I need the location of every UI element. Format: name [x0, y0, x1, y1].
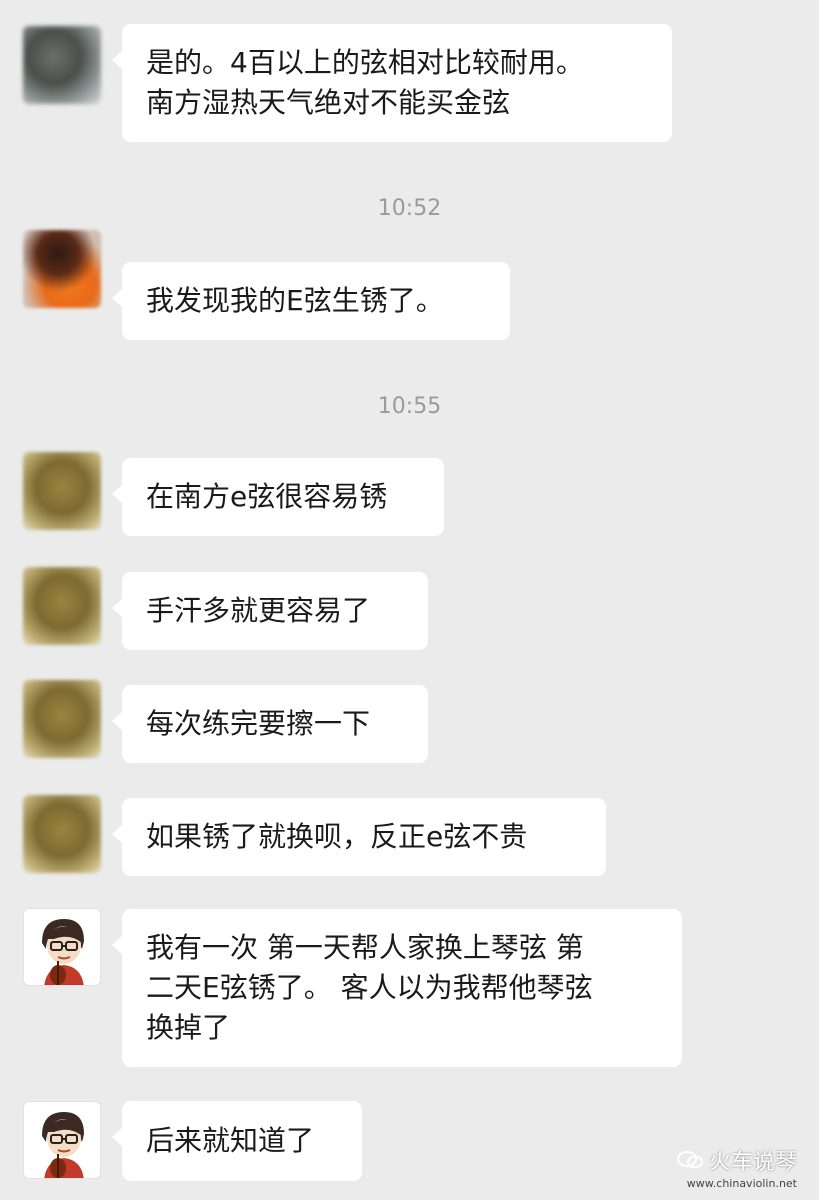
message-bubble[interactable]: 我有一次 第一天帮人家换上琴弦 第 二天E弦锈了。 客人以为我帮他琴弦 换掉了: [112, 909, 682, 1067]
watermark-label: 火车说琴: [708, 1150, 797, 1175]
message-text: 在南方e弦很容易锈: [146, 480, 388, 513]
avatar[interactable]: [23, 26, 101, 104]
timestamp: 10:55: [377, 394, 442, 419]
message-text: 是的。4百以上的弦相对比较耐用。 南方湿热天气绝对不能买金弦: [146, 46, 584, 119]
watermark: 火车说琴 www.chinaviolin.net: [676, 1144, 797, 1190]
message-text: 我有一次 第一天帮人家换上琴弦 第 二天E弦锈了。 客人以为我帮他琴弦 换掉了: [146, 931, 593, 1044]
message-bubble[interactable]: 是的。4百以上的弦相对比较耐用。 南方湿热天气绝对不能买金弦: [112, 24, 672, 142]
message-bubble[interactable]: 手汗多就更容易了: [112, 572, 428, 650]
chat-area[interactable]: 是的。4百以上的弦相对比较耐用。 南方湿热天气绝对不能买金弦 10:52 我发现…: [0, 0, 819, 1200]
timestamp: 10:52: [377, 196, 442, 221]
avatar[interactable]: [23, 795, 101, 873]
message-text: 后来就知道了: [146, 1124, 315, 1157]
avatar[interactable]: [23, 230, 101, 308]
avatar[interactable]: [23, 567, 101, 645]
message-bubble[interactable]: 每次练完要擦一下: [112, 685, 428, 763]
avatar[interactable]: [23, 680, 101, 758]
avatar[interactable]: [23, 1101, 101, 1179]
message-text: 如果锈了就换呗，反正e弦不贵: [146, 820, 528, 853]
message-bubble[interactable]: 后来就知道了: [112, 1101, 362, 1181]
message-text: 我发现我的E弦生锈了。: [146, 284, 444, 317]
message-bubble[interactable]: 如果锈了就换呗，反正e弦不贵: [112, 798, 606, 876]
message-bubble[interactable]: 我发现我的E弦生锈了。: [112, 262, 510, 340]
violinist-avatar-icon: [42, 1112, 84, 1178]
wechat-icon: [676, 1151, 703, 1169]
message-bubble[interactable]: 在南方e弦很容易锈: [112, 458, 444, 536]
message-text: 每次练完要擦一下: [146, 707, 371, 740]
message-text: 手汗多就更容易了: [146, 594, 371, 627]
violinist-avatar-icon: [42, 919, 84, 985]
watermark-site: www.chinaviolin.net: [686, 1177, 797, 1190]
avatar[interactable]: [23, 908, 101, 986]
avatar[interactable]: [23, 452, 101, 530]
